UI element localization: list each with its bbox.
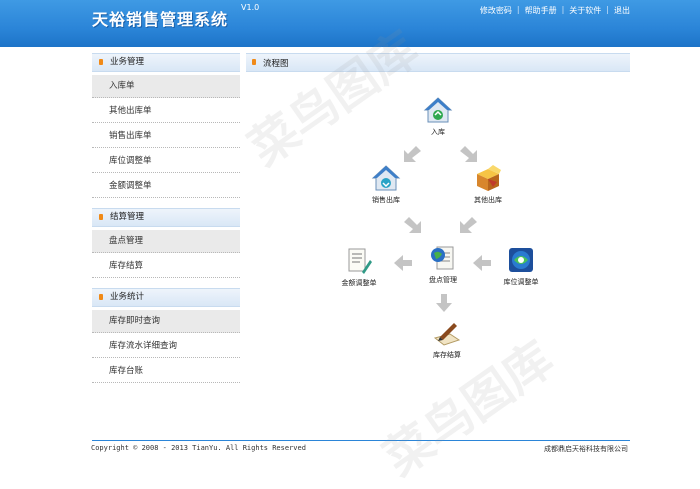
arrow-down-left-icon bbox=[404, 146, 421, 162]
sidebar-item-inventory-check[interactable]: 盘点管理 bbox=[92, 230, 240, 253]
flow-node-other-outbound[interactable]: 其他出库 bbox=[458, 163, 518, 205]
flow-node-label: 盘点管理 bbox=[429, 276, 457, 284]
logout-link[interactable]: 退出 bbox=[614, 5, 630, 16]
flow-node-location-adjust[interactable]: 库位调整单 bbox=[491, 245, 551, 287]
link-separator: | bbox=[606, 5, 609, 14]
sidebar-item-stock-ledger[interactable]: 库存台账 bbox=[92, 360, 240, 383]
header-bar: 天裕销售管理系统 V1.0 修改密码 | 帮助手册 | 关于软件 | 退出 bbox=[0, 0, 700, 47]
footer-divider bbox=[92, 440, 630, 441]
flow-node-stock-settlement[interactable]: 库存结算 bbox=[417, 318, 477, 360]
top-links: 修改密码 | 帮助手册 | 关于软件 | 退出 bbox=[480, 5, 630, 16]
sidebar: 业务管理 入库单 其他出库单 销售出库单 库位调整单 金额调整单 结算管理 盘点… bbox=[92, 53, 240, 385]
sidebar-item-location-adjust[interactable]: 库位调整单 bbox=[92, 150, 240, 173]
sidebar-item-stock-settlement[interactable]: 库存结算 bbox=[92, 255, 240, 278]
sidebar-group-settlement[interactable]: 结算管理 bbox=[92, 208, 240, 227]
swirl-globe-icon bbox=[509, 248, 533, 272]
sidebar-item-other-outbound[interactable]: 其他出库单 bbox=[92, 100, 240, 123]
app-title: 天裕销售管理系统 bbox=[92, 10, 229, 29]
sidebar-group-statistics[interactable]: 业务统计 bbox=[92, 288, 240, 307]
sidebar-group-title: 业务统计 bbox=[110, 292, 145, 302]
bullet-icon bbox=[99, 214, 103, 220]
document-globe-icon bbox=[431, 246, 454, 270]
sidebar-group-title: 业务管理 bbox=[110, 57, 145, 67]
flow-node-inventory-check[interactable]: 盘点管理 bbox=[413, 243, 473, 285]
app-version: V1.0 bbox=[241, 3, 260, 12]
flow-node-label: 入库 bbox=[431, 128, 445, 136]
arrow-left-icon bbox=[473, 255, 491, 271]
house-icon bbox=[371, 165, 401, 191]
sidebar-item-stock-query[interactable]: 库存即时查询 bbox=[92, 310, 240, 333]
house-icon bbox=[423, 97, 453, 123]
flow-node-inbound[interactable]: 入库 bbox=[408, 95, 468, 137]
document-edit-icon bbox=[348, 248, 372, 274]
flow-node-label: 库位调整单 bbox=[503, 278, 539, 286]
sidebar-group-business[interactable]: 业务管理 bbox=[92, 53, 240, 72]
arrow-down-icon bbox=[436, 294, 452, 312]
change-password-link[interactable]: 修改密码 bbox=[480, 5, 512, 16]
link-separator: | bbox=[561, 5, 565, 14]
flow-node-label: 金额调整单 bbox=[341, 279, 377, 287]
company-name: 成都鼎启天裕科技有限公司 bbox=[544, 445, 628, 453]
sidebar-item-amount-adjust[interactable]: 金额调整单 bbox=[92, 175, 240, 198]
arrow-down-left-icon bbox=[460, 217, 477, 233]
arrow-down-right-icon bbox=[404, 217, 421, 233]
link-separator: | bbox=[516, 5, 520, 14]
about-link[interactable]: 关于软件 bbox=[569, 5, 601, 16]
sidebar-item-sales-outbound[interactable]: 销售出库单 bbox=[92, 125, 240, 148]
flow-node-label: 库存结算 bbox=[433, 351, 461, 359]
content-header: 流程图 bbox=[246, 53, 630, 72]
copyright-text: Copyright © 2008 - 2013 TianYu. All Righ… bbox=[91, 444, 306, 452]
pen-paper-icon bbox=[433, 323, 461, 346]
bullet-icon bbox=[99, 59, 103, 65]
sidebar-item-stock-flow-query[interactable]: 库存流水详细查询 bbox=[92, 335, 240, 358]
help-manual-link[interactable]: 帮助手册 bbox=[525, 5, 557, 16]
sidebar-item-inbound[interactable]: 入库单 bbox=[92, 75, 240, 98]
flow-node-sales-outbound[interactable]: 销售出库 bbox=[356, 163, 416, 205]
bullet-icon bbox=[252, 59, 256, 65]
flow-node-label: 其他出库 bbox=[474, 196, 502, 204]
sidebar-group-title: 结算管理 bbox=[110, 212, 145, 222]
content-title: 流程图 bbox=[263, 59, 289, 69]
flow-node-label: 销售出库 bbox=[372, 196, 400, 204]
flow-node-amount-adjust[interactable]: 金额调整单 bbox=[329, 246, 389, 288]
arrow-left-icon bbox=[394, 255, 412, 271]
box-icon bbox=[477, 165, 501, 191]
bullet-icon bbox=[99, 294, 103, 300]
arrow-down-right-icon bbox=[460, 146, 477, 162]
